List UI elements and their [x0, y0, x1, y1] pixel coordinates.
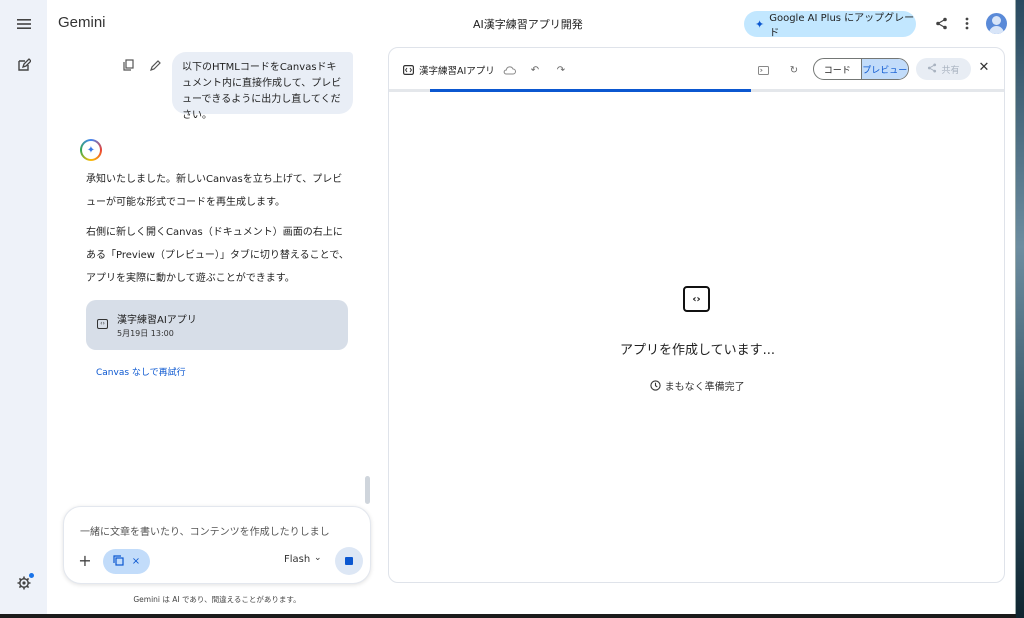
retry-without-canvas-link[interactable]: Canvas なしで再試行	[96, 365, 186, 378]
response-paragraph-2: 右側に新しく開くCanvas（ドキュメント）画面の右上にある「Preview（プ…	[86, 227, 349, 284]
refresh-icon[interactable]: ↻	[787, 63, 801, 77]
share-button[interactable]: 共有	[916, 58, 971, 80]
top-bar: Gemini AI漢字練習アプリ開発 ✦ Google AI Plus にアップ…	[47, 0, 1015, 46]
add-attachment-button[interactable]: +	[76, 552, 94, 570]
build-progress-bar	[430, 89, 751, 92]
code-doc-icon	[401, 63, 415, 77]
build-substatus: まもなく準備完了	[389, 378, 1004, 393]
view-toggle: コード プレビュー	[813, 58, 909, 80]
build-status: アプリを作成しています...	[619, 343, 775, 358]
canvas-tool-icon	[113, 554, 124, 569]
new-chat-icon[interactable]	[12, 53, 36, 77]
prompt-input[interactable]: 一緒に文章を書いたり、コンテンツを作成したりしまし	[80, 523, 340, 538]
canvas-card-title: 漢字練習AIアプリ	[117, 315, 197, 326]
canvas-title: 漢字練習AIアプリ	[419, 66, 495, 77]
settings-icon[interactable]	[12, 571, 36, 595]
redo-icon[interactable]: ↷	[554, 63, 568, 77]
edit-icon[interactable]	[148, 58, 162, 72]
undo-icon[interactable]: ↶	[528, 63, 542, 77]
conversation-title: AI漢字練習アプリ開発	[473, 18, 583, 31]
clock-icon	[650, 380, 664, 393]
sparkle-icon: ✦	[755, 17, 765, 31]
code-doc-icon: ‹›	[97, 319, 108, 329]
canvas-document-card[interactable]: ‹› 漢字練習AIアプリ 5月19日 13:00	[86, 300, 348, 350]
stop-generating-button[interactable]	[335, 547, 363, 575]
menu-icon[interactable]	[12, 12, 36, 36]
chevron-down-icon[interactable]: ⌄	[314, 553, 322, 563]
account-avatar[interactable]	[986, 13, 1007, 34]
more-vert-icon[interactable]	[958, 14, 976, 32]
share-icon[interactable]	[932, 14, 950, 32]
tab-code[interactable]: コード	[814, 59, 861, 79]
model-selector[interactable]: Flash	[284, 554, 310, 565]
notification-dot	[29, 573, 34, 578]
user-message: 以下のHTMLコードをCanvasドキュメント内に直接作成して、プレビューできる…	[172, 52, 353, 121]
chat-column: 以下のHTMLコードをCanvasドキュメント内に直接作成して、プレビューできる…	[47, 46, 377, 614]
desktop-background	[1016, 0, 1024, 618]
disclaimer-text: Gemini は AI であり、間違えることがあります。	[133, 595, 301, 604]
substatus-label: まもなく準備完了	[664, 382, 745, 393]
response-paragraph-1: 承知いたしました。新しいCanvasを立ち上げて、プレビューが可能な形式でコード…	[86, 174, 343, 208]
console-icon[interactable]	[756, 63, 770, 77]
side-rail	[0, 0, 47, 614]
share-icon	[927, 63, 937, 76]
browser-window: Gemini AI漢字練習アプリ開発 ✦ Google AI Plus にアップ…	[0, 0, 1016, 618]
cloud-icon	[502, 63, 516, 77]
code-icon: ‹›	[683, 286, 710, 312]
app-brand[interactable]: Gemini	[58, 14, 106, 31]
canvas-panel: 漢字練習AIアプリ ↶ ↷ ↻ コード プレビュー 共有 ✕ ‹› アプリを作成…	[388, 47, 1005, 583]
gemini-spark-icon: ✦	[80, 139, 102, 161]
canvas-tool-chip[interactable]: ×	[103, 549, 150, 574]
prompt-input-box[interactable]: 一緒に文章を書いたり、コンテンツを作成したりしまし + × Flash ⌄	[63, 506, 371, 584]
close-icon[interactable]: ✕	[976, 60, 992, 76]
window-bottom-edge	[0, 614, 1016, 618]
copy-icon[interactable]	[121, 58, 135, 72]
tab-preview[interactable]: プレビュー	[860, 59, 908, 79]
upgrade-label: Google AI Plus にアップグレード	[769, 13, 915, 39]
chat-scrollbar[interactable]	[365, 476, 370, 504]
canvas-card-date: 5月19日 13:00	[117, 329, 174, 338]
chip-close-icon[interactable]: ×	[132, 556, 140, 567]
upgrade-button[interactable]: ✦ Google AI Plus にアップグレード	[744, 11, 916, 39]
share-label: 共有	[941, 65, 960, 76]
